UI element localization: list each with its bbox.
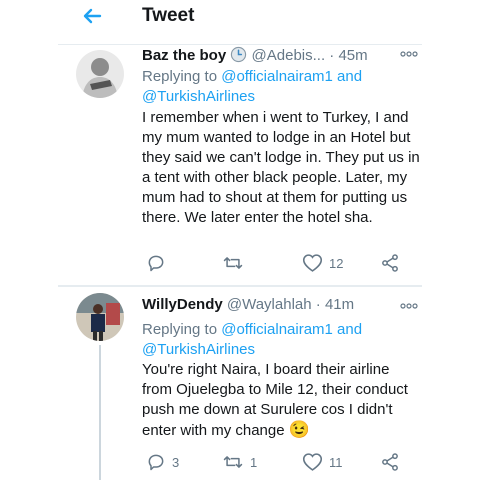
reply-count: 3 (172, 454, 180, 470)
clock-emoji-icon (231, 46, 247, 63)
replying-to-label: Replying to (142, 68, 222, 85)
like-action[interactable]: 11 (302, 451, 343, 473)
reply-action[interactable] (146, 252, 172, 274)
retweet-action[interactable] (222, 252, 250, 274)
mention-link[interactable]: @officialnairam1 (221, 321, 333, 338)
and-link[interactable]: and (333, 68, 362, 85)
share-action[interactable] (380, 252, 400, 274)
avatar[interactable] (76, 293, 124, 341)
user-handle[interactable]: @Waylahlah (227, 296, 312, 313)
replying-to: Replying to @officialnairam1 and @Turkis… (142, 320, 362, 360)
replying-to: Replying to @officialnairam1 and @Turkis… (142, 67, 362, 107)
retweet-icon (223, 257, 243, 269)
display-name[interactable]: Baz the boy (142, 47, 226, 64)
mention-link[interactable]: @TurkishAirlines (142, 341, 255, 358)
retweet-action[interactable]: 1 (222, 451, 257, 473)
reply-icon (148, 255, 164, 272)
user-handle[interactable]: @Adebis... (252, 47, 326, 64)
replying-to-label: Replying to (142, 321, 222, 338)
more-icon[interactable] (400, 51, 418, 57)
reply-action[interactable]: 3 (146, 451, 179, 473)
avatar[interactable] (76, 50, 124, 98)
thread-line (99, 345, 101, 480)
share-icon (382, 254, 398, 272)
share-icon (382, 453, 398, 471)
timestamp: · 45m (329, 47, 368, 64)
mention-link[interactable]: @officialnairam1 (221, 68, 333, 85)
like-count: 12 (329, 255, 344, 271)
timestamp: · 41m (315, 296, 355, 313)
winking-face-emoji: 😉 (288, 420, 310, 439)
like-action[interactable]: 12 (302, 252, 343, 274)
retweet-count: 1 (250, 454, 258, 470)
page-title: Tweet (142, 5, 195, 26)
retweet-icon (223, 456, 243, 468)
tweet-text-content: You're right Naira, I board their airlin… (142, 361, 408, 439)
mention-link[interactable]: @TurkishAirlines (142, 88, 255, 105)
back-arrow-icon[interactable] (80, 4, 104, 28)
tweet-item[interactable]: Baz the boy @Adebis... · 45m Replying to… (58, 45, 422, 285)
like-icon (302, 453, 323, 471)
tweet-actions: 12 (142, 252, 412, 274)
display-name[interactable]: WillyDendy (142, 296, 223, 313)
tweet-actions: 3 1 11 (142, 451, 412, 473)
reply-icon (148, 454, 164, 471)
top-app-bar: Tweet (0, 0, 480, 40)
tweet-text: You're right Naira, I board their airlin… (142, 360, 422, 441)
share-action[interactable] (380, 451, 400, 473)
like-icon (302, 254, 323, 272)
tweet-header: WillyDendy @Waylahlah · 41m (142, 296, 354, 313)
tweet-header: Baz the boy @Adebis... · 45m (142, 46, 368, 64)
tweet-item[interactable]: WillyDendy @Waylahlah · 41m Replying to … (58, 287, 422, 480)
like-count: 11 (329, 454, 343, 470)
tweet-text: I remember when i went to Turkey, I and … (142, 109, 420, 226)
more-icon[interactable] (400, 303, 418, 309)
and-link[interactable]: and (333, 321, 362, 338)
